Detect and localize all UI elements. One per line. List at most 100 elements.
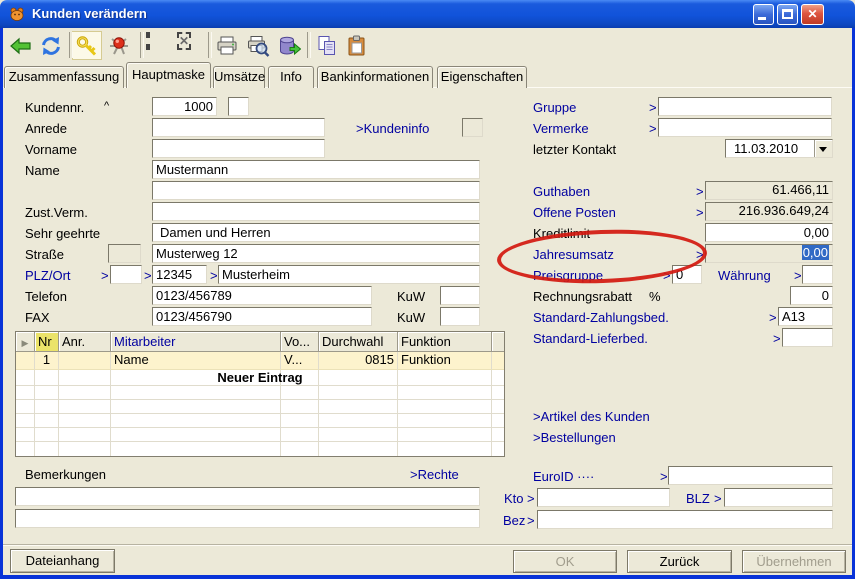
offene-posten-label[interactable]: Offene Posten — [533, 204, 616, 221]
name2-field[interactable] — [152, 181, 480, 200]
tab-info[interactable]: Info — [268, 66, 314, 88]
strasse-field[interactable] — [152, 244, 480, 263]
table-empty-row[interactable] — [16, 386, 504, 400]
vermerke-field[interactable] — [658, 118, 832, 137]
gruppe-field[interactable] — [658, 97, 832, 116]
uebernehmen-button[interactable]: Übernehmen — [742, 550, 846, 573]
pin-button[interactable] — [106, 33, 132, 59]
col-header-durchwahl[interactable]: Durchwahl — [319, 332, 398, 352]
standard-lieferbed-field[interactable] — [782, 328, 833, 347]
ort-field[interactable] — [218, 265, 480, 284]
ok-button[interactable]: OK — [513, 550, 617, 573]
table-row[interactable]: 1 Name V... 0815 Funktion — [16, 352, 504, 370]
name-field[interactable] — [152, 160, 480, 179]
kundeninfo-link[interactable]: >Kundeninfo — [356, 120, 429, 137]
back-button[interactable] — [8, 33, 34, 59]
kto-field[interactable] — [537, 488, 670, 507]
toolbar: ✕ — [3, 28, 852, 62]
artikel-des-kunden-link[interactable]: >Artikel des Kunden — [533, 408, 650, 425]
cell-empty — [16, 442, 35, 456]
table-empty-row[interactable] — [16, 400, 504, 414]
minimize-button[interactable] — [753, 4, 774, 25]
blz-field[interactable] — [724, 488, 833, 507]
database-export-button[interactable] — [276, 33, 302, 59]
col-header-vorname[interactable]: Vo... — [281, 332, 319, 352]
table-empty-row[interactable] — [16, 442, 504, 456]
clear-selection-button[interactable]: ✕ — [177, 33, 203, 59]
zurueck-button[interactable]: Zurück — [627, 550, 732, 573]
row-marker-header[interactable]: ▶ — [16, 332, 35, 352]
telefon-kuw-label: KuW — [397, 288, 425, 305]
tab-bankinformationen[interactable]: Bankinformationen — [317, 66, 433, 88]
tab-umsaetze[interactable]: Umsätze — [213, 66, 265, 88]
print-button[interactable] — [214, 33, 240, 59]
waehrung-marker: > — [794, 267, 802, 284]
copy-icon — [315, 34, 339, 58]
standard-zahlungsbed-field[interactable] — [778, 307, 833, 326]
plz-prefix-field[interactable] — [110, 265, 142, 284]
bemerkungen-field-2[interactable] — [15, 509, 480, 528]
copy-button[interactable] — [314, 33, 340, 59]
dropdown-arrow-icon[interactable] — [814, 140, 832, 157]
preisgruppe-field[interactable] — [672, 265, 702, 284]
telefon-field[interactable] — [152, 286, 372, 305]
waehrung-label[interactable]: Währung — [718, 267, 771, 284]
waehrung-field[interactable] — [802, 265, 833, 284]
sehr-geehrte-field[interactable] — [152, 223, 480, 242]
paste-button[interactable] — [344, 33, 370, 59]
letzter-kontakt-combobox[interactable]: 11.03.2010 — [725, 139, 833, 158]
plzort-label[interactable]: PLZ/Ort — [25, 267, 71, 284]
tab-zusammenfassung[interactable]: Zusammenfassung — [4, 66, 124, 88]
print-preview-button[interactable] — [245, 33, 271, 59]
cell-empty — [111, 400, 281, 414]
standard-zahlungsbed-label[interactable]: Standard-Zahlungsbed. — [533, 309, 669, 326]
bemerkungen-field-1[interactable] — [15, 487, 480, 506]
anrede-field[interactable] — [152, 118, 325, 137]
jahresumsatz-label[interactable]: Jahresumsatz — [533, 246, 614, 263]
cell-empty — [16, 386, 35, 400]
title-bar[interactable]: Kunden verändern ✕ — [0, 0, 855, 28]
gruppe-label[interactable]: Gruppe — [533, 99, 576, 116]
new-entry-row[interactable]: Neuer Eintrag — [16, 370, 504, 386]
vermerke-label[interactable]: Vermerke — [533, 120, 589, 137]
table-empty-row[interactable] — [16, 414, 504, 428]
tab-eigenschaften[interactable]: Eigenschaften — [437, 66, 527, 88]
row-marker-cell — [16, 352, 35, 370]
cell-empty — [281, 400, 319, 414]
plz-field[interactable] — [152, 265, 207, 284]
bestellungen-link[interactable]: >Bestellungen — [533, 429, 616, 446]
maximize-button[interactable] — [777, 4, 798, 25]
refresh-button[interactable] — [38, 33, 64, 59]
guthaben-label[interactable]: Guthaben — [533, 183, 590, 200]
col-header-nr[interactable]: Nr — [35, 332, 59, 352]
table-empty-row[interactable] — [16, 428, 504, 442]
app-icon — [9, 6, 25, 22]
kundennr-extra-field[interactable] — [228, 97, 249, 116]
kreditlimit-field[interactable] — [705, 223, 833, 242]
vorname-field[interactable] — [152, 139, 325, 158]
tab-label: Hauptmaske — [132, 67, 205, 82]
jahresumsatz-field[interactable]: 0,00 — [705, 244, 833, 263]
close-button[interactable]: ✕ — [801, 4, 824, 25]
selection-rect-button[interactable] — [146, 33, 172, 59]
telefon-kuw-field[interactable] — [440, 286, 480, 305]
key-button[interactable] — [74, 33, 100, 59]
rechte-link[interactable]: >Rechte — [410, 466, 459, 483]
tab-hauptmaske[interactable]: Hauptmaske — [126, 62, 211, 88]
euroid-label[interactable]: EuroID ···· — [533, 468, 594, 485]
database-export-icon — [277, 34, 301, 58]
fax-kuw-field[interactable] — [440, 307, 480, 326]
col-header-anr[interactable]: Anr. — [59, 332, 111, 352]
bez-field[interactable] — [537, 510, 833, 529]
standard-lieferbed-label[interactable]: Standard-Lieferbed. — [533, 330, 648, 347]
preisgruppe-label[interactable]: Preisgruppe — [533, 267, 603, 284]
rechnungsrabatt-field[interactable] — [790, 286, 833, 305]
tab-label: Umsätze — [214, 69, 265, 84]
zustverm-field[interactable] — [152, 202, 480, 221]
dateianhang-button[interactable]: Dateianhang — [10, 549, 115, 573]
fax-field[interactable] — [152, 307, 372, 326]
kundennr-field[interactable] — [152, 97, 217, 116]
col-header-mitarbeiter[interactable]: Mitarbeiter — [111, 332, 281, 352]
col-header-funktion[interactable]: Funktion — [398, 332, 492, 352]
euroid-field[interactable] — [668, 466, 833, 485]
